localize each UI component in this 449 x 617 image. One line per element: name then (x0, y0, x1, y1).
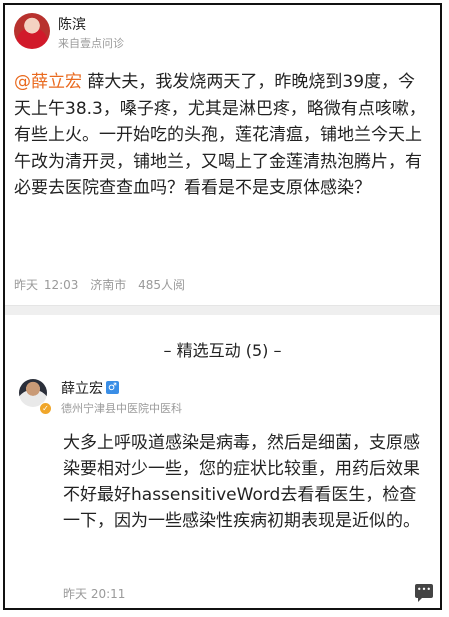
answer-text: 大多上呼吸道感染是病毒，然后是细菌，支原感染要相对少一些，您的症状比较重，用药后… (63, 433, 420, 531)
doctor-hospital: 德州宁津县中医院中医科 (61, 402, 182, 415)
verified-badge-icon: ✓ (39, 402, 52, 415)
male-icon: ♂ (106, 381, 119, 394)
section-separator (5, 306, 440, 315)
asker-name[interactable]: 陈滨 (58, 14, 86, 34)
doctor-name[interactable]: 薛立宏 (61, 378, 103, 398)
question-views: 485人阅 (138, 278, 185, 292)
question-meta: 昨天 12:03 济南市 485人阅 (14, 276, 191, 293)
question-time: 昨天 12:03 (14, 278, 79, 292)
section-title: – 精选互动 (5) – (163, 341, 282, 360)
comment-icon[interactable]: ••• (415, 584, 433, 602)
question-card: 陈滨 来自壹点问诊 @薛立宏 薛大夫，我发烧两天了，昨晚烧到39度，今天上午38… (5, 5, 440, 306)
doctor-mention-link[interactable]: @薛立宏 (14, 72, 82, 92)
question-text: @薛立宏 薛大夫，我发烧两天了，昨晚烧到39度，今天上午38.3，嗓子疼，尤其是… (14, 69, 426, 202)
question-city: 济南市 (90, 278, 127, 292)
screen-frame: 陈滨 来自壹点问诊 @薛立宏 薛大夫，我发烧两天了，昨晚烧到39度，今天上午38… (3, 3, 442, 610)
answer-time: 昨天 20:11 (63, 587, 126, 601)
question-source: 来自壹点问诊 (58, 37, 124, 50)
asker-avatar[interactable] (14, 13, 50, 49)
